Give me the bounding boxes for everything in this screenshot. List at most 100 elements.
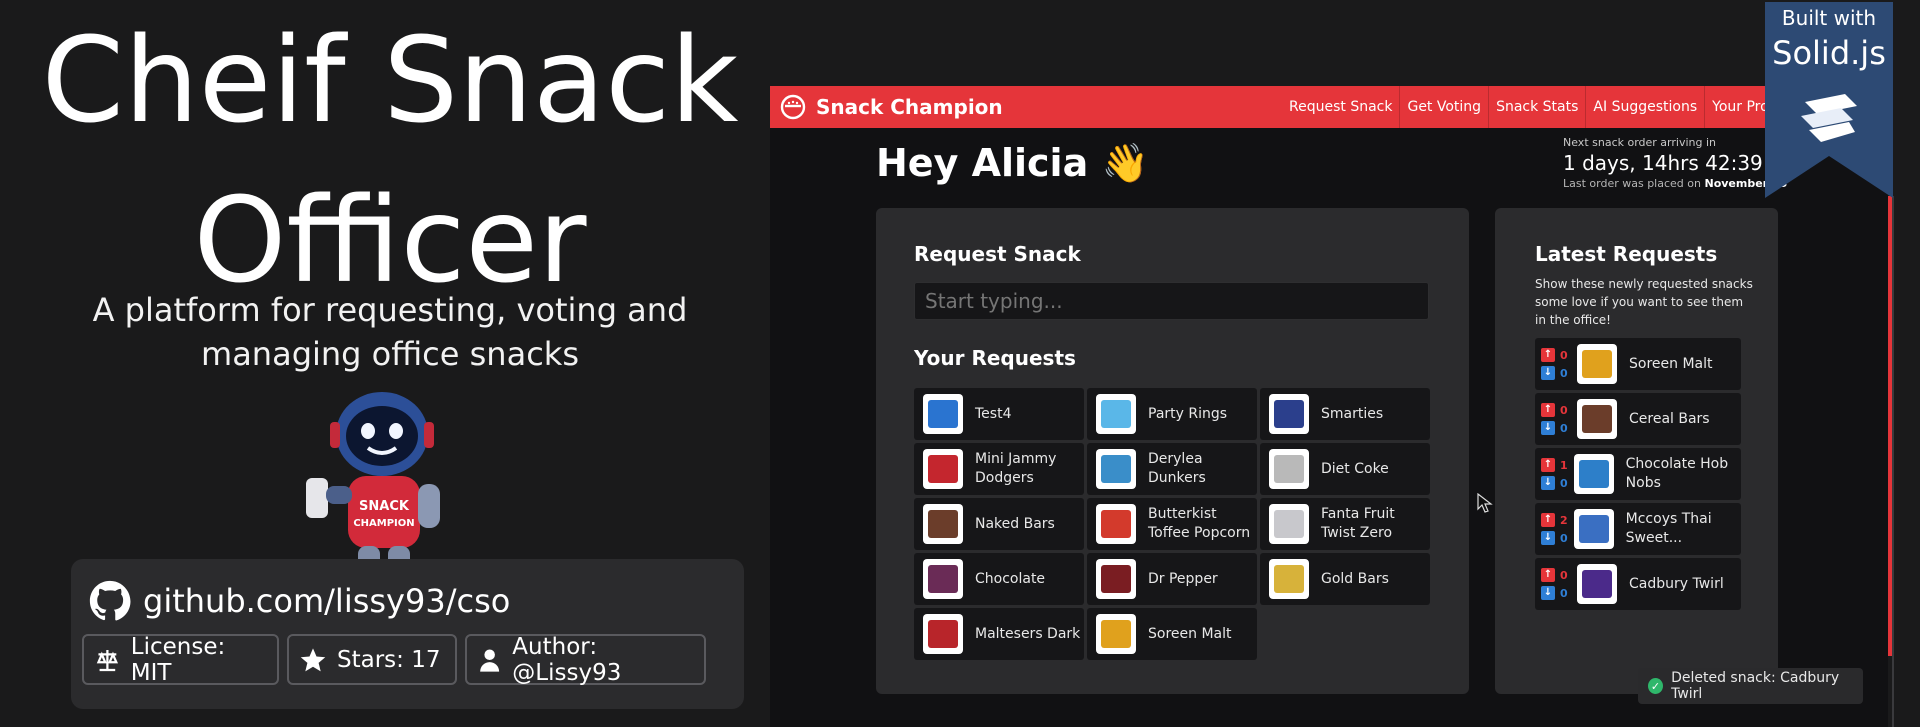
request-tile-name: Derylea Dunkers bbox=[1148, 451, 1206, 486]
vote-controls: ↑ 0 ↓ 0 bbox=[1541, 403, 1571, 435]
your-requests-grid: Test4 Party Rings Smarties Mini Jammy Dodge… bbox=[914, 388, 1433, 660]
request-tile[interactable]: Smarties bbox=[1260, 388, 1430, 440]
snack-logo-icon[interactable] bbox=[780, 94, 806, 120]
request-tile[interactable]: Derylea Dunkers bbox=[1087, 443, 1257, 495]
snack-thumbnail bbox=[1096, 559, 1136, 599]
github-repo-link[interactable]: github.com/lissy93/cso bbox=[89, 577, 510, 625]
snack-thumbnail bbox=[1269, 559, 1309, 599]
request-tile[interactable]: Mini Jammy Dodgers bbox=[914, 443, 1084, 495]
request-tile[interactable]: Maltesers Dark bbox=[914, 608, 1084, 660]
project-tagline-line-2: managing office snacks bbox=[201, 335, 579, 373]
arrow-up-icon: ↑ bbox=[1541, 458, 1555, 472]
last-order-note: Last order was placed on November 15 bbox=[1563, 177, 1793, 190]
scrollbar-thumb[interactable] bbox=[1888, 196, 1892, 656]
downvote-count: 0 bbox=[1560, 421, 1568, 435]
license-badge[interactable]: License: MIT bbox=[82, 634, 279, 686]
project-info-card: github.com/lissy93/cso License: MIT Star… bbox=[71, 559, 744, 709]
request-tile[interactable]: Chocolate bbox=[914, 553, 1084, 605]
downvote-button[interactable]: ↓ 0 bbox=[1541, 586, 1571, 600]
downvote-button[interactable]: ↓ 0 bbox=[1541, 366, 1571, 380]
toast-notification[interactable]: ✓ Deleted snack: Cadbury Twirl bbox=[1638, 668, 1863, 704]
upvote-button[interactable]: ↑ 0 bbox=[1541, 568, 1571, 582]
latest-request-row[interactable]: ↑ 0 ↓ 0 Soreen Malt bbox=[1535, 338, 1741, 390]
app-navbar: Snack Champion Request Snack Get Voting … bbox=[770, 86, 1890, 128]
arrow-up-icon: ↑ bbox=[1541, 568, 1555, 582]
request-panel: Request Snack Your Requests Test4 Party R… bbox=[876, 208, 1469, 694]
request-tile[interactable]: Diet Coke bbox=[1260, 443, 1430, 495]
snack-thumbnail bbox=[1269, 394, 1309, 434]
latest-request-name: Soreen Malt bbox=[1629, 355, 1713, 372]
request-tile-name: Smarties bbox=[1321, 405, 1384, 422]
snack-search-input[interactable] bbox=[914, 282, 1429, 320]
upvote-button[interactable]: ↑ 0 bbox=[1541, 348, 1571, 362]
stars-badge-label: Stars: 17 bbox=[337, 646, 441, 673]
latest-requests-description: Show these newly requested snacks some l… bbox=[1535, 277, 1753, 327]
svg-text:CHAMPION: CHAMPION bbox=[353, 518, 414, 529]
request-tile-name: Fanta Fruit Twist Zero bbox=[1321, 506, 1395, 541]
snack-thumbnail bbox=[923, 394, 963, 434]
latest-request-row[interactable]: ↑ 0 ↓ 0 Cereal Bars bbox=[1535, 393, 1741, 445]
ribbon-line-1: Built with bbox=[1781, 6, 1877, 30]
built-with-ribbon[interactable] bbox=[1765, 2, 1893, 198]
downvote-button[interactable]: ↓ 0 bbox=[1541, 421, 1571, 435]
latest-requests-panel: Latest Requests Show these newly request… bbox=[1495, 208, 1778, 694]
arrow-down-icon: ↓ bbox=[1541, 476, 1555, 490]
next-order-label: Next snack order arriving in bbox=[1563, 136, 1717, 149]
downvote-button[interactable]: ↓ 0 bbox=[1541, 531, 1568, 545]
upvote-count: 2 bbox=[1560, 513, 1568, 527]
last-order-prefix: Last order was placed on bbox=[1563, 177, 1701, 190]
arrow-down-icon: ↓ bbox=[1541, 586, 1555, 600]
latest-request-name: Cereal Bars bbox=[1629, 410, 1710, 427]
robot-mascot-image: SNACK CHAMPION bbox=[306, 392, 440, 578]
scrollbar-track[interactable] bbox=[1892, 196, 1894, 727]
upvote-count: 1 bbox=[1560, 458, 1568, 472]
vote-controls: ↑ 1 ↓ 0 bbox=[1541, 458, 1568, 490]
snack-thumbnail bbox=[923, 449, 963, 489]
upvote-count: 0 bbox=[1560, 568, 1568, 582]
github-icon bbox=[89, 580, 131, 621]
request-tile[interactable]: Naked Bars bbox=[914, 498, 1084, 550]
snack-thumbnail bbox=[923, 614, 963, 654]
request-tile[interactable]: Test4 bbox=[914, 388, 1084, 440]
request-tile[interactable]: Dr Pepper bbox=[1087, 553, 1257, 605]
stars-badge[interactable]: Stars: 17 bbox=[287, 634, 457, 685]
latest-request-row[interactable]: ↑ 1 ↓ 0 Chocolate Hob Nobs bbox=[1535, 448, 1741, 500]
upvote-button[interactable]: ↑ 2 bbox=[1541, 513, 1568, 527]
arrow-up-icon: ↑ bbox=[1541, 403, 1555, 417]
project-title: Cheif Snack Officer bbox=[20, 0, 760, 320]
nav-snack-stats[interactable]: Snack Stats bbox=[1488, 86, 1585, 128]
upvote-button[interactable]: ↑ 0 bbox=[1541, 403, 1571, 417]
arrow-down-icon: ↓ bbox=[1541, 531, 1555, 545]
snack-thumbnail bbox=[1096, 504, 1136, 544]
snack-thumbnail bbox=[1573, 454, 1614, 494]
check-icon: ✓ bbox=[1648, 678, 1664, 694]
project-tagline: A platform for requesting, voting and ma… bbox=[60, 288, 720, 376]
downvote-count: 0 bbox=[1560, 366, 1568, 380]
star-icon bbox=[300, 647, 326, 671]
latest-request-name: Cadbury Twirl bbox=[1629, 575, 1724, 592]
next-order-countdown: Next snack order arriving in 1 days, 14h… bbox=[1563, 136, 1793, 190]
arrow-up-icon: ↑ bbox=[1541, 348, 1555, 362]
author-badge-label: Author: @Lissy93 bbox=[512, 633, 622, 686]
badge-row: License: MIT Stars: 17 Author: @Lissy93 bbox=[82, 633, 706, 686]
vote-controls: ↑ 0 ↓ 0 bbox=[1541, 348, 1571, 380]
request-tile[interactable]: Fanta Fruit Twist Zero bbox=[1260, 498, 1430, 550]
latest-request-row[interactable]: ↑ 0 ↓ 0 Cadbury Twirl bbox=[1535, 558, 1741, 610]
request-tile[interactable]: Gold Bars bbox=[1260, 553, 1430, 605]
author-badge[interactable]: Author: @Lissy93 bbox=[465, 633, 706, 686]
nav-get-voting[interactable]: Get Voting bbox=[1399, 86, 1488, 128]
request-tile[interactable]: Butterkist Toffee Popcorn bbox=[1087, 498, 1257, 550]
user-icon bbox=[480, 648, 500, 672]
app-name[interactable]: Snack Champion bbox=[816, 95, 1003, 119]
upvote-button[interactable]: ↑ 1 bbox=[1541, 458, 1568, 472]
nav-request-snack[interactable]: Request Snack bbox=[1282, 86, 1399, 128]
request-tile-name: Gold Bars bbox=[1321, 570, 1389, 587]
scale-icon bbox=[96, 649, 119, 671]
vote-controls: ↑ 2 ↓ 0 bbox=[1541, 513, 1568, 545]
nav-ai-suggestions[interactable]: AI Suggestions bbox=[1585, 86, 1704, 128]
request-tile[interactable]: Party Rings bbox=[1087, 388, 1257, 440]
snack-thumbnail bbox=[1577, 564, 1617, 604]
request-tile[interactable]: Soreen Malt bbox=[1087, 608, 1257, 660]
latest-request-row[interactable]: ↑ 2 ↓ 0 Mccoys Thai Sweet... bbox=[1535, 503, 1741, 555]
downvote-button[interactable]: ↓ 0 bbox=[1541, 476, 1568, 490]
